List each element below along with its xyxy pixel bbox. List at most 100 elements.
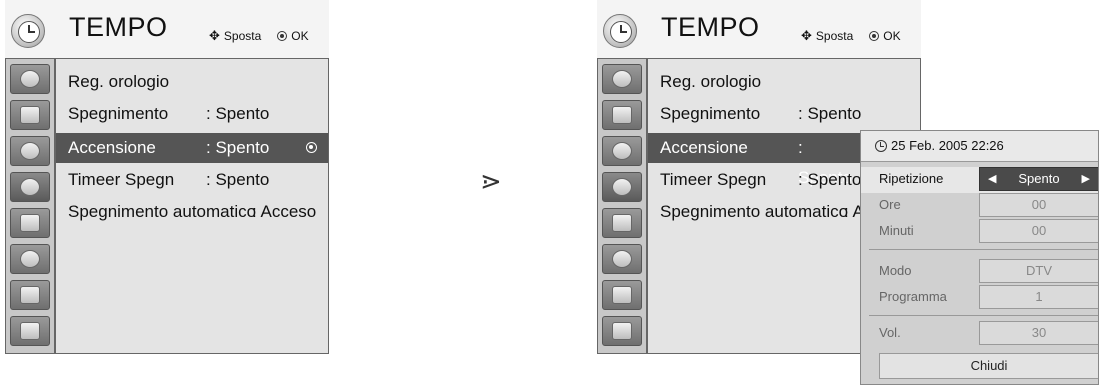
- divider: [869, 249, 1098, 250]
- hour-field[interactable]: 00: [979, 193, 1098, 217]
- row-label: Ripetizione: [879, 171, 944, 186]
- tab-picture[interactable]: [602, 100, 642, 130]
- clock-icon: [603, 14, 637, 48]
- menu-item-spegnimento[interactable]: Spegnimento : Spento: [56, 99, 328, 129]
- tab-picture[interactable]: [10, 100, 50, 130]
- row-minuti[interactable]: Minuti 00: [861, 219, 1098, 245]
- menu-title: TEMPO: [661, 12, 760, 42]
- left-arrow-icon[interactable]: ◀: [988, 168, 996, 190]
- repeat-selector[interactable]: ◀ Spento ▶: [979, 167, 1098, 191]
- menu-item-reg-orologio[interactable]: Reg. orologio: [648, 67, 920, 97]
- satellite-dish-icon: [20, 70, 40, 88]
- clock-icon: [875, 140, 887, 152]
- satellite-dish-icon: [612, 70, 632, 88]
- row-label: Modo: [879, 263, 912, 278]
- row-label: Vol.: [879, 325, 901, 340]
- tab-options[interactable]: [602, 208, 642, 238]
- lock-icon: [20, 250, 40, 268]
- arrows-icon: ✥: [209, 28, 220, 43]
- menu-item-label: Spegnimento automatico: [68, 202, 257, 221]
- arrows-icon: ✥: [801, 28, 812, 43]
- menu-item-value: : Spento: [798, 170, 862, 189]
- menu-item-value: : Spento: [798, 104, 862, 123]
- tab-lock[interactable]: [10, 244, 50, 274]
- divider: [869, 315, 1098, 316]
- tab-input[interactable]: [10, 280, 50, 310]
- mode-field[interactable]: DTV: [979, 259, 1098, 283]
- row-modo[interactable]: Modo DTV: [861, 259, 1098, 285]
- row-label: Minuti: [879, 223, 914, 238]
- tab-input[interactable]: [602, 280, 642, 310]
- menu-item-label: Timeer Spegn: [660, 170, 767, 189]
- menu-title: TEMPO: [69, 12, 168, 42]
- right-arrow-icon[interactable]: ▶: [1082, 168, 1090, 190]
- menu-item-spegnimento[interactable]: Spegnimento : Spento: [648, 99, 920, 129]
- category-sidebar: [597, 58, 647, 354]
- cable-icon: [612, 286, 632, 304]
- navigation-hint: ✥ Sposta OK: [801, 28, 901, 44]
- tab-time[interactable]: [10, 172, 50, 202]
- menu-list: Reg. orologio Spegnimento : Spento Accen…: [55, 58, 329, 354]
- tab-time[interactable]: [602, 172, 642, 202]
- screen-icon: [20, 106, 40, 124]
- navigation-hint: ✥ Sposta OK: [209, 28, 309, 44]
- menu-item-label: Reg. orologio: [660, 72, 762, 91]
- current-datetime: 25 Feb. 2005 22:26: [891, 138, 1004, 153]
- photo-icon: [20, 322, 40, 340]
- program-field[interactable]: 1: [979, 285, 1098, 309]
- menu-item-timer-spegn[interactable]: Timeer Spegn : Spento: [56, 165, 328, 195]
- hint-move-label: Sposta: [223, 29, 262, 43]
- tab-audio[interactable]: [602, 136, 642, 166]
- menu-item-label: Timeer Spegn: [68, 170, 175, 189]
- menu-item-label: Accensione: [660, 138, 748, 157]
- power-on-timer-popup: 25 Feb. 2005 22:26 Ripetizione ◀ Spento …: [860, 130, 1099, 385]
- photo-icon: [612, 322, 632, 340]
- row-ore[interactable]: Ore 00: [861, 193, 1098, 219]
- hint-move-label: Sposta: [815, 29, 854, 43]
- ok-icon: [277, 31, 288, 41]
- menu-item-label: Spegnimento: [68, 104, 169, 123]
- row-vol[interactable]: Vol. 30: [861, 321, 1098, 347]
- tab-lock[interactable]: [602, 244, 642, 274]
- tab-audio[interactable]: [10, 136, 50, 166]
- calendar-icon: [612, 214, 632, 232]
- hint-ok-label: OK: [883, 29, 901, 43]
- clock-icon: [612, 178, 632, 196]
- menu-item-value: : Spento: [206, 104, 270, 123]
- ok-radio-icon: [306, 142, 317, 153]
- tab-satellite[interactable]: [602, 64, 642, 94]
- cable-icon: [20, 286, 40, 304]
- tab-media[interactable]: [10, 316, 50, 346]
- menu-item-value: : Spento: [206, 138, 270, 157]
- clock-icon: [11, 14, 45, 48]
- menu-item-label: Reg. orologio: [68, 72, 170, 91]
- row-ripetizione[interactable]: Ripetizione ◀ Spento ▶: [861, 167, 1098, 193]
- row-programma[interactable]: Programma 1: [861, 285, 1098, 311]
- row-value: Spento: [1018, 171, 1060, 186]
- menu-item-accensione[interactable]: Accensione : Spento: [56, 133, 328, 163]
- row-label: Ore: [879, 197, 901, 212]
- tab-options[interactable]: [10, 208, 50, 238]
- speaker-icon: [612, 142, 632, 160]
- menu-item-spegnimento-automatico[interactable]: Spegnimento automatico : Acceso: [56, 197, 328, 227]
- row-label: Programma: [879, 289, 947, 304]
- menu-item-reg-orologio[interactable]: Reg. orologio: [56, 67, 328, 97]
- close-button[interactable]: Chiudi: [879, 353, 1098, 379]
- calendar-icon: [20, 214, 40, 232]
- volume-field[interactable]: 30: [979, 321, 1098, 345]
- menu-header: TEMPO ✥ Sposta OK: [5, 0, 329, 58]
- tab-satellite[interactable]: [10, 64, 50, 94]
- minute-field[interactable]: 00: [979, 219, 1098, 243]
- speaker-icon: [20, 142, 40, 160]
- menu-item-accensione[interactable]: Accensione : Spento: [648, 133, 860, 187]
- tab-media[interactable]: [602, 316, 642, 346]
- left-menu-panel: TEMPO ✥ Sposta OK Reg. orologio Spegnime…: [5, 0, 329, 354]
- screen-icon: [612, 106, 632, 124]
- menu-item-value: : Spento: [206, 170, 270, 189]
- menu-header: TEMPO ✥ Sposta OK: [597, 0, 921, 58]
- menu-item-label: Spegnimento: [660, 104, 761, 123]
- popup-datetime-bar: 25 Feb. 2005 22:26: [861, 131, 1098, 162]
- hint-ok-label: OK: [291, 29, 309, 43]
- menu-item-label: Spegnimento automatico: [660, 202, 849, 221]
- clock-icon: [20, 178, 40, 196]
